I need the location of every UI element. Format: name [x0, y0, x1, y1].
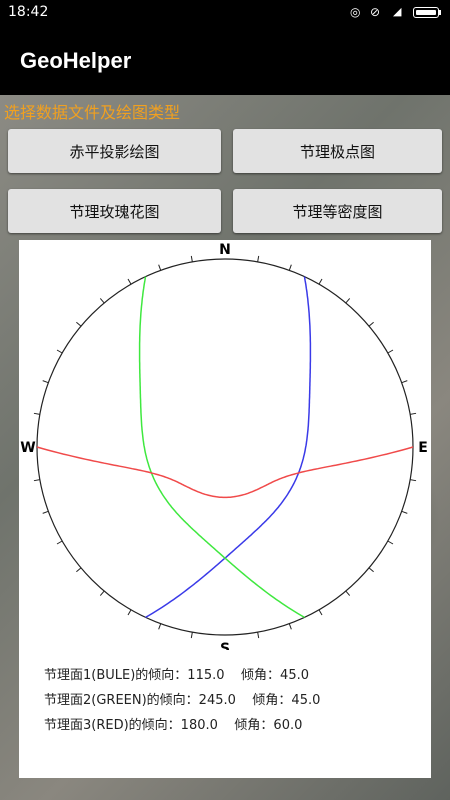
tick-mark — [158, 264, 162, 271]
signal-icon: ◢ — [393, 5, 402, 18]
tick-mark — [99, 590, 105, 596]
tick-mark — [33, 479, 40, 482]
south-label: S — [220, 641, 230, 650]
app-bar: GeoHelper — [0, 25, 450, 95]
tick-mark — [42, 510, 49, 514]
tick-mark — [387, 349, 394, 354]
tick-mark — [368, 567, 374, 573]
tick-mark — [190, 255, 193, 262]
instruction-text: 选择数据文件及绘图类型 — [4, 103, 181, 122]
great-circles — [36, 276, 414, 619]
plane-3-info: 节理面3(RED)的倾向：180.0 倾角：60.0 — [44, 718, 303, 733]
joint-rose-button[interactable]: 节理玫瑰花图 — [8, 189, 221, 233]
east-label: E — [418, 440, 428, 456]
tick-mark — [345, 590, 351, 596]
great-circle-1 — [145, 276, 312, 619]
tick-mark — [345, 298, 351, 304]
west-label: W — [20, 440, 35, 456]
tick-mark — [288, 264, 292, 271]
stereonet-ticks — [33, 255, 417, 639]
tick-mark — [99, 298, 105, 304]
joint-pole-button[interactable]: 节理极点图 — [233, 129, 442, 173]
joint-density-button[interactable]: 节理等密度图 — [233, 189, 442, 233]
tick-mark — [410, 479, 417, 482]
tick-mark — [158, 623, 162, 630]
tick-mark — [33, 412, 40, 415]
status-time: 18:42 — [8, 4, 49, 20]
tick-mark — [56, 349, 63, 354]
great-circle-2 — [138, 276, 305, 619]
tick-mark — [42, 380, 49, 384]
tick-mark — [401, 510, 408, 514]
tick-mark — [257, 255, 260, 262]
battery-tip — [439, 10, 441, 15]
tick-mark — [410, 412, 417, 415]
battery-icon — [413, 7, 439, 18]
tick-mark — [76, 321, 82, 327]
tick-mark — [76, 567, 82, 573]
tick-mark — [56, 540, 63, 545]
tick-mark — [127, 278, 132, 285]
alarm-icon: ◎ — [350, 5, 361, 19]
great-circle-3 — [36, 446, 414, 499]
primitive-circle — [36, 258, 414, 636]
tick-mark — [288, 623, 292, 630]
plane-1-info: 节理面1(BULE)的倾向：115.0 倾角：45.0 — [44, 668, 309, 683]
status-bar: 18:42 ◎ ⊘ ◢ — [0, 0, 450, 25]
tick-mark — [127, 609, 132, 616]
tick-mark — [401, 380, 408, 384]
tick-mark — [190, 632, 193, 639]
tick-mark — [318, 609, 323, 616]
stereonet-panel: N S W E 节理面1(BULE)的倾向：115.0 倾角：45.0 节理面2… — [19, 240, 431, 778]
tick-mark — [257, 632, 260, 639]
tick-mark — [368, 321, 374, 327]
north-label: N — [219, 242, 231, 258]
tick-mark — [318, 278, 323, 285]
stereonet-chart: N S W E — [20, 242, 428, 650]
plane-2-info: 节理面2(GREEN)的倾向：245.0 倾角：45.0 — [44, 693, 321, 708]
stereographic-projection-button[interactable]: 赤平投影绘图 — [8, 129, 221, 173]
app-title: GeoHelper — [20, 48, 132, 73]
do-not-disturb-icon: ⊘ — [370, 5, 381, 19]
tick-mark — [387, 540, 394, 545]
